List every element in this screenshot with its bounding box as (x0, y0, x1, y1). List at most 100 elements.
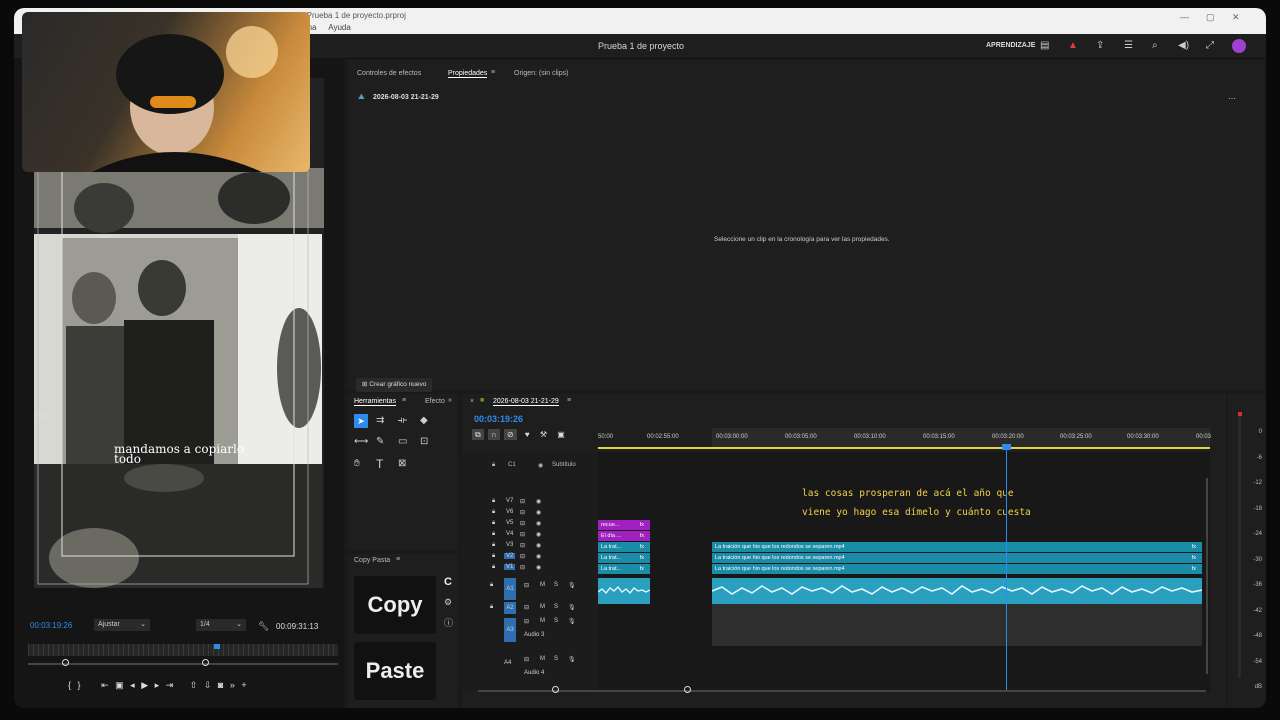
eye-icon[interactable]: ◉ (536, 531, 541, 538)
avatar[interactable] (1232, 39, 1246, 53)
maximize-icon[interactable]: ▢ (1206, 12, 1215, 23)
eye-icon[interactable]: ◉ (538, 462, 543, 469)
clip-v5[interactable]: recue... fx (598, 520, 650, 530)
clip-v2[interactable]: La trat... fx (598, 553, 650, 563)
track-header-v7[interactable]: 🔒︎ V7 ⊟ ◉ (492, 498, 592, 509)
lock-icon[interactable]: 🔒︎ (492, 509, 495, 515)
tab-effect-controls[interactable]: Controles de efectos (357, 70, 421, 77)
ripple-edit-tool-icon[interactable]: ⟛ (398, 415, 407, 426)
lock-icon[interactable]: 🔒︎ (490, 582, 493, 588)
mic-icon[interactable]: 🎙︎ (568, 656, 576, 663)
razor-tool-icon[interactable]: ◆ (420, 415, 428, 426)
timeline-playhead[interactable] (1006, 444, 1007, 690)
snap-icon[interactable]: ∩ (487, 429, 500, 440)
clip-indicator[interactable] (1238, 412, 1242, 416)
caption-tool-icon[interactable]: ⊠ (398, 458, 406, 469)
sync-icon[interactable]: ⊟ (520, 520, 525, 527)
track-header-a4[interactable]: A4 ⊟ M S 🎙︎ Audio 4 (490, 656, 590, 680)
track-header-v2[interactable]: 🔒︎ V2 ⊟ ◉ (492, 553, 592, 564)
subtitle-clip[interactable]: las cosas prosperan de acá el año que vi… (802, 484, 1031, 522)
sync-icon[interactable]: ⊟ (520, 531, 525, 538)
rectangle-tool-icon[interactable]: ▭ (398, 436, 407, 447)
lock-icon[interactable]: 🔒︎ (492, 564, 495, 570)
step-back-icon[interactable]: ◂ (130, 680, 137, 690)
play-icon[interactable]: ▶ (141, 680, 150, 690)
h-scroll-handle-right[interactable] (684, 686, 691, 693)
lock-icon[interactable]: 🔒︎ (492, 462, 495, 469)
eye-icon[interactable]: ◉ (536, 509, 541, 516)
tab-properties[interactable]: Propiedades (448, 70, 488, 78)
c-button[interactable]: C (444, 576, 452, 588)
copypaste-menu-icon[interactable]: ≡ (396, 556, 400, 563)
go-to-in-icon[interactable]: ⇤ (101, 680, 111, 690)
tab-more-icon[interactable]: » (448, 397, 452, 404)
menu-icon[interactable]: ☰ (1124, 40, 1133, 51)
work-area-bar[interactable] (598, 447, 1210, 449)
track-header-v3[interactable]: 🔒︎ V3 ⊟ ◉ (492, 542, 592, 553)
lock-icon[interactable]: 🔒︎ (492, 542, 495, 548)
mute-button[interactable]: M (540, 656, 545, 662)
tab-effects[interactable]: Efecto (425, 398, 445, 405)
solo-button[interactable]: S (554, 582, 558, 588)
more-options-icon[interactable]: ⋯ (1228, 94, 1236, 103)
playhead-timecode[interactable]: 00:03:19:26 (474, 414, 523, 424)
sync-icon[interactable]: ⊟ (524, 582, 529, 589)
type-tool-icon[interactable]: T (376, 457, 383, 471)
sequence-tab-menu-icon[interactable]: ≡ (567, 397, 571, 404)
clip-v4[interactable]: El día ... fx (598, 531, 650, 541)
new-graphic-button[interactable]: ⊞ Crear gráfico nuevo (356, 378, 433, 392)
zoom-handle-left[interactable] (62, 659, 69, 666)
vertical-scrollbar[interactable] (1206, 478, 1208, 674)
sync-icon[interactable]: ⊟ (520, 553, 525, 560)
lock-icon[interactable]: 🔒︎ (492, 498, 495, 504)
clip-v3[interactable]: La trat... fx (598, 542, 650, 552)
close-icon[interactable]: ✕ (1232, 12, 1240, 23)
slip-tool-icon[interactable]: ⟷ (354, 436, 368, 447)
tab-tools-menu-icon[interactable]: ≡ (402, 397, 406, 404)
clip-v1[interactable]: La trat... fx (598, 564, 650, 574)
solo-button[interactable]: S (554, 604, 558, 610)
mute-button[interactable]: M (540, 618, 545, 624)
copy-button[interactable]: Copy (354, 576, 436, 634)
eye-icon[interactable]: ◉ (536, 553, 541, 560)
fullscreen-icon[interactable]: ⤢ (1206, 40, 1214, 51)
nest-icon[interactable]: ⧉ (472, 429, 484, 440)
tab-tools[interactable]: Herramientas (354, 398, 397, 406)
camera-icon[interactable]: ◙ (218, 680, 225, 690)
monitor-timecode-left[interactable]: 00:03:19:26 (30, 621, 72, 630)
sync-icon[interactable]: ⊟ (524, 656, 529, 663)
h-scroll-handle-left[interactable] (552, 686, 559, 693)
horizontal-scrollbar[interactable] (478, 690, 1206, 692)
solo-button[interactable]: S (554, 656, 558, 662)
mark-out-icon[interactable]: } (78, 680, 83, 690)
warning-icon[interactable]: ▲ (1068, 40, 1078, 51)
sync-icon[interactable]: ⊟ (520, 564, 525, 571)
search-icon[interactable]: ⌕ (1152, 40, 1158, 51)
share-icon[interactable]: ⇪ (1096, 40, 1104, 51)
sync-icon[interactable]: ⊟ (524, 604, 529, 611)
close-sequence-icon[interactable]: × (470, 398, 474, 405)
monitor-playhead[interactable] (214, 644, 220, 649)
zoom-scrollbar[interactable] (28, 663, 338, 665)
go-to-out-icon[interactable]: ⇥ (166, 680, 176, 690)
zoom-handle-right[interactable] (202, 659, 209, 666)
mute-button[interactable]: M (540, 582, 545, 588)
insert-icon[interactable]: ▣ (115, 680, 126, 690)
timeline-wrench-icon[interactable]: ⚒ (540, 430, 547, 439)
volume-icon[interactable]: ◀) (1178, 40, 1189, 51)
paste-button[interactable]: Paste (354, 642, 436, 700)
lock-icon[interactable]: 🔒︎ (492, 520, 495, 526)
step-forward-icon[interactable]: ▸ (155, 680, 162, 690)
solo-button[interactable]: S (554, 618, 558, 624)
sync-icon[interactable]: ⊟ (520, 498, 525, 505)
captions-icon[interactable]: ▣ (557, 430, 565, 439)
resolution-dropdown[interactable]: 1/4 ⌄ (196, 619, 246, 631)
extract-icon[interactable]: ⇩ (204, 680, 214, 690)
mute-button[interactable]: M (540, 604, 545, 610)
mic-icon[interactable]: 🎙︎ (568, 604, 576, 611)
eye-icon[interactable]: ◉ (536, 520, 541, 527)
eye-icon[interactable]: ◉ (536, 564, 541, 571)
info-icon[interactable]: ⓘ (444, 616, 453, 629)
tab-menu-icon[interactable]: ≡ (491, 69, 495, 76)
lock-icon[interactable]: 🔒︎ (490, 604, 493, 610)
